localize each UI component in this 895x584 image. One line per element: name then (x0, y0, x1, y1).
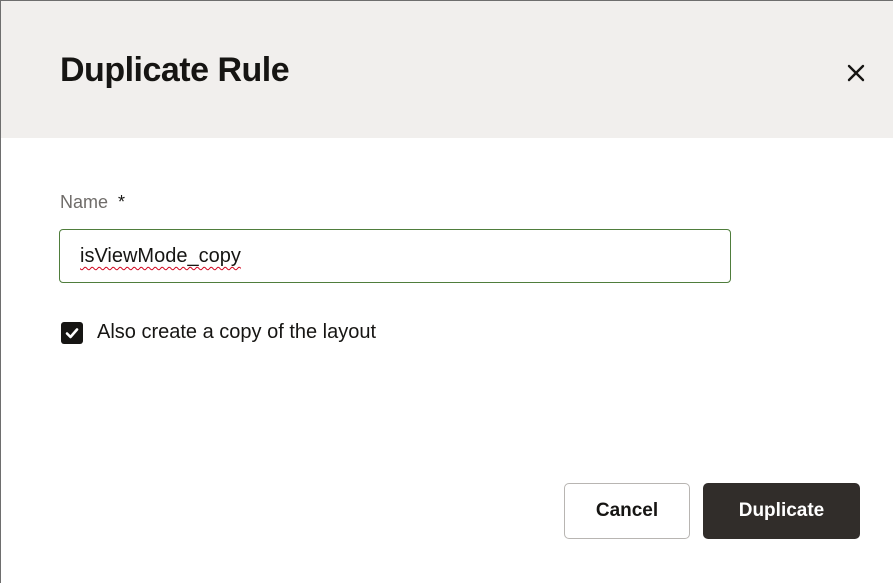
close-icon (847, 64, 865, 82)
duplicate-rule-dialog: Duplicate Rule Name * isViewMode_copy Als… (0, 0, 893, 583)
name-input-value: isViewMode_copy (80, 245, 241, 267)
name-field-label: Name * (60, 192, 125, 213)
checkmark-icon (65, 327, 79, 338)
copy-layout-checkbox[interactable] (61, 321, 83, 344)
name-label-text: Name (60, 192, 109, 212)
dialog-title: Duplicate Rule (60, 51, 290, 89)
required-marker: * (118, 192, 126, 212)
copy-layout-option[interactable]: Also create a copy of the layout (61, 321, 376, 344)
name-input[interactable]: isViewMode_copy (59, 229, 731, 283)
cancel-button[interactable]: Cancel (564, 483, 690, 539)
copy-layout-label: Also create a copy of the layout (97, 321, 377, 343)
close-button[interactable] (836, 53, 876, 93)
dialog-header: Duplicate Rule (1, 1, 893, 138)
duplicate-button[interactable]: Duplicate (703, 483, 860, 539)
